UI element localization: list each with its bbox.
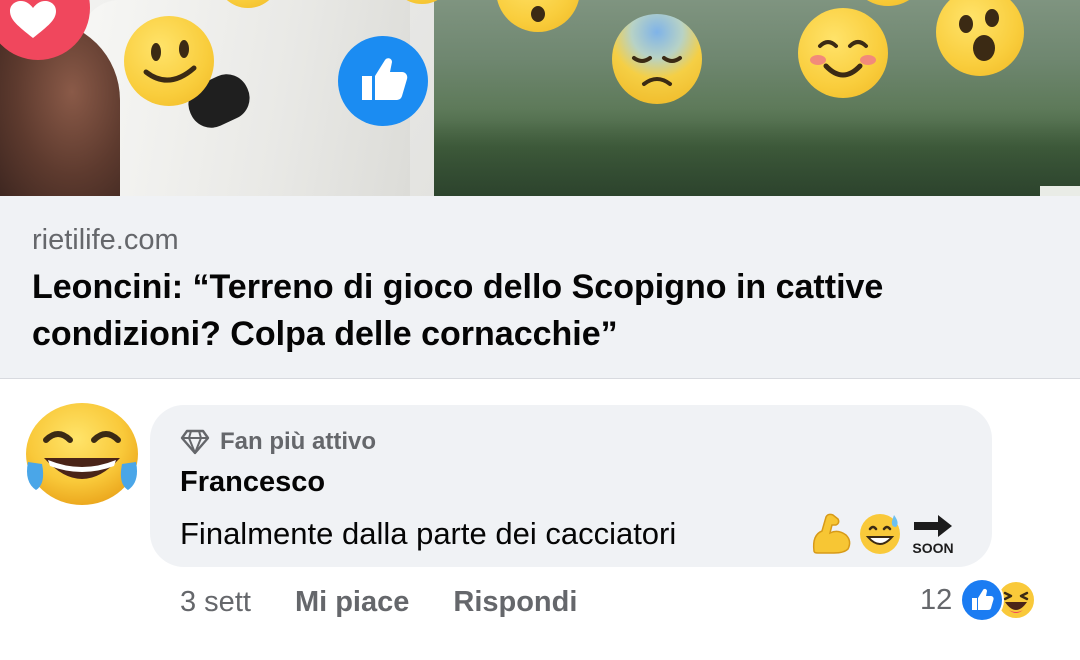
comment-timestamp[interactable]: 3 sett <box>180 586 251 619</box>
astonished-emoji-icon <box>936 0 1024 76</box>
surprised-emoji-icon <box>496 0 580 32</box>
reply-button[interactable]: Rispondi <box>453 586 577 619</box>
like-reaction-icon <box>338 36 428 126</box>
avatar[interactable] <box>24 402 140 506</box>
svg-text:SOON: SOON <box>912 540 953 556</box>
like-reaction-icon <box>960 578 1005 622</box>
top-fan-badge[interactable]: Fan più attivo <box>180 426 376 458</box>
badge-label: Fan più attivo <box>220 428 376 455</box>
reaction-summary[interactable]: 12 <box>920 578 1037 622</box>
comment-text: Finalmente dalla parte dei cacciatori <box>180 516 677 551</box>
blush-smile-emoji-icon <box>798 8 888 98</box>
flexed-biceps-icon <box>812 513 851 554</box>
link-preview-image[interactable] <box>0 0 1080 196</box>
like-button[interactable]: Mi piace <box>295 586 409 619</box>
joy-emoji-icon <box>26 403 138 505</box>
smile-emoji-icon <box>124 16 214 106</box>
soon-arrow-icon: SOON <box>912 515 954 556</box>
sad-emoji-icon <box>612 14 702 104</box>
diamond-icon <box>180 429 210 455</box>
link-title[interactable]: Leoncini: “Terreno di gioco dello Scopig… <box>32 264 1042 358</box>
reaction-count: 12 <box>920 583 953 616</box>
grinning-sweat-icon <box>860 514 900 554</box>
link-domain: rietilife.com <box>32 224 179 256</box>
comment-actions: 3 sett Mi piace Rispondi <box>180 582 577 622</box>
comment-emojis: SOON <box>808 510 960 556</box>
comment-author[interactable]: Francesco <box>180 466 325 499</box>
